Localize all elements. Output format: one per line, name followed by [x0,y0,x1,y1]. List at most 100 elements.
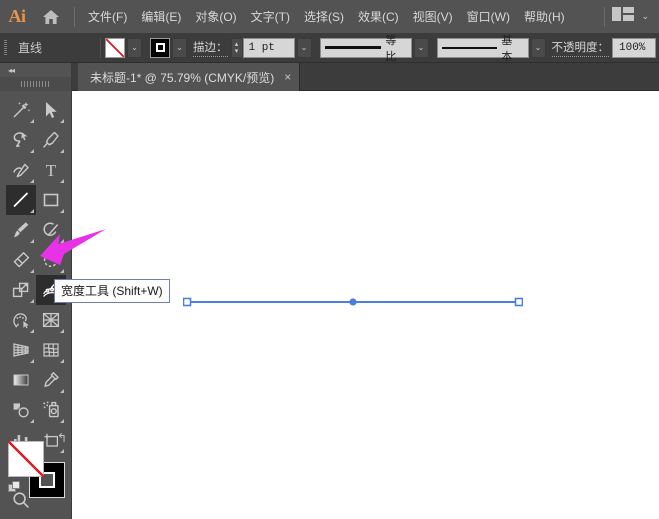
anchor-point-left [183,297,192,307]
document-tab-bar: 未标题-1* @ 75.79% (CMYK/预览) × [72,63,659,91]
curvature-tool[interactable] [6,155,36,185]
flyout-indicator-icon [60,389,64,393]
flyout-indicator-icon [60,239,64,243]
control-divider-1 [100,37,101,58]
flyout-indicator-icon [30,209,34,213]
menu-select[interactable]: 选择(S) [297,4,351,29]
flyout-indicator-icon [30,359,34,363]
stroke-chevron-down-icon[interactable]: ⌄ [172,37,187,58]
menu-type[interactable]: 文字(T) [244,4,297,29]
toolbox-drag-grip[interactable] [0,77,71,91]
default-fill-stroke-icon[interactable] [8,481,22,500]
menu-help[interactable]: 帮助(H) [517,4,572,29]
shaper-tool[interactable] [36,215,66,245]
document-tab-title: 未标题-1* @ 75.79% (CMYK/预览) [90,70,275,85]
menu-effect[interactable]: 效果(C) [351,4,406,29]
profile-preview-line [324,46,382,49]
anchor-point-right [514,297,523,307]
rectangle-tool[interactable] [36,185,66,215]
close-icon[interactable]: × [284,71,291,83]
puppet-warp-tool[interactable] [6,305,36,335]
flyout-indicator-icon [60,209,64,213]
rotate-tool[interactable] [36,245,66,275]
control-options-bar: 直线 ⌄ ⌄ 描边： ▴ ▾ 1 pt ⌄ 等比 ⌄ 基本 ⌄ 不透明度： 10… [0,33,659,63]
type-tool[interactable]: T [36,155,66,185]
brush-chevron-down-icon[interactable]: ⌄ [530,37,546,58]
line-path[interactable] [183,292,523,312]
toolbox-collapse-icon[interactable]: ◂◂ [0,63,71,77]
stroke-swatch-inner [155,43,165,52]
fill-color-swatch[interactable] [8,441,44,477]
flyout-indicator-icon [30,149,34,153]
chevron-down-icon: ⌄ [641,11,649,21]
eraser-tool[interactable] [6,245,36,275]
opacity-input[interactable]: 100% [612,37,656,58]
flyout-indicator-icon [60,359,64,363]
stepper-down-icon[interactable]: ▾ [235,48,239,55]
menu-divider-right [604,6,606,27]
stroke-weight-stepper[interactable]: ▴ ▾ [230,37,243,58]
fill-swatch[interactable] [105,37,125,58]
mesh-tool[interactable] [36,335,66,365]
flyout-indicator-icon [60,329,64,333]
paintbrush-tool[interactable] [6,215,36,245]
fill-chevron-down-icon[interactable]: ⌄ [127,37,142,58]
app-logo-icon: Ai [8,6,27,26]
blend-tool[interactable] [6,395,36,425]
eyedropper-tool[interactable] [36,365,66,395]
svg-text:T: T [46,161,57,180]
lasso-tool[interactable] [6,125,36,155]
flyout-indicator-icon [30,329,34,333]
menu-edit[interactable]: 编辑(E) [134,4,188,29]
line-segment-tool[interactable] [6,185,36,215]
artboard-canvas[interactable] [72,91,659,519]
menu-window[interactable]: 窗口(W) [460,4,517,29]
document-tab[interactable]: 未标题-1* @ 75.79% (CMYK/预览) × [78,63,301,91]
flyout-indicator-icon [60,269,64,273]
grip-dots-icon [20,81,51,87]
flyout-indicator-icon [60,149,64,153]
fill-stroke-cluster: ↰ [8,431,67,513]
scale-tool[interactable] [6,275,36,305]
workspace-layout-icon [612,7,635,26]
flyout-indicator-icon [30,299,34,303]
variable-width-profile-select[interactable]: 等比 [319,35,412,63]
menu-view[interactable]: 视图(V) [406,4,460,29]
swap-fill-stroke-icon[interactable]: ↰ [57,431,67,445]
opacity-label[interactable]: 不透明度： [551,39,609,57]
home-icon[interactable] [34,0,68,33]
menu-divider [74,6,75,27]
menu-bar: Ai 文件(F) 编辑(E) 对象(O) 文字(T) 选择(S) 效果(C) 视… [0,0,659,33]
flyout-indicator-icon [60,179,64,183]
brush-definition-value: 基本 [501,34,513,63]
control-bar-grip[interactable] [0,33,10,63]
illustrator-window: Ai 文件(F) 编辑(E) 对象(O) 文字(T) 选择(S) 效果(C) 视… [0,0,659,519]
menu-file[interactable]: 文件(F) [81,4,134,29]
menu-object[interactable]: 对象(O) [188,4,243,29]
pen-tool[interactable] [36,125,66,155]
shape-builder-tool[interactable] [36,305,66,335]
variable-width-profile-value: 等比 [385,34,397,63]
symbol-sprayer-tool[interactable] [36,395,66,425]
brush-preview-line [441,46,498,49]
flyout-indicator-icon [30,269,34,273]
workspace-switcher[interactable]: ⌄ [604,0,649,33]
brush-definition-select[interactable]: 基本 [436,35,529,63]
stroke-swatch[interactable] [150,37,170,58]
flyout-indicator-icon [30,239,34,243]
perspective-grid-tool[interactable] [6,335,36,365]
stroke-weight-input[interactable]: 1 pt [242,37,295,58]
magic-wand-tool[interactable] [6,95,36,125]
stepper-up-icon[interactable]: ▴ [235,41,239,48]
flyout-indicator-icon [60,119,64,123]
variable-width-chevron-down-icon[interactable]: ⌄ [413,37,429,58]
flyout-indicator-icon [30,179,34,183]
grip-dots-icon [3,39,7,56]
flyout-indicator-icon [30,419,34,423]
stroke-weight-chevron-down-icon[interactable]: ⌄ [296,37,312,58]
flyout-indicator-icon [60,419,64,423]
path-center-point [349,298,357,306]
stroke-weight-label[interactable]: 描边： [193,39,228,57]
selection-tool[interactable] [36,95,66,125]
gradient-tool[interactable] [6,365,36,395]
